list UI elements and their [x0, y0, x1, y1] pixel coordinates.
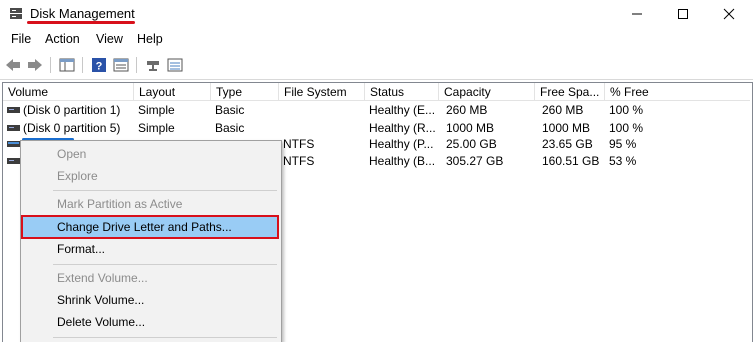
cell-type: Basic	[215, 103, 245, 117]
cell-capacity: 1000 MB	[446, 121, 495, 135]
column-header-free-space[interactable]: Free Spa...	[535, 83, 605, 101]
window-title: Disk Management	[30, 6, 135, 21]
menu-item-mark-active[interactable]: Mark Partition as Active	[23, 193, 279, 215]
table-row[interactable]: (Disk 0 partition 1) Simple Basic Health…	[3, 102, 750, 118]
cell-free-space: 1000 MB	[542, 121, 591, 135]
cell-percent-free: 53 %	[609, 154, 637, 168]
cell-percent-free: 100 %	[609, 103, 644, 117]
connect-icon	[147, 60, 159, 71]
svg-text:?: ?	[96, 60, 103, 72]
toolbar-separator	[82, 57, 83, 73]
cell-status: Healthy (R...	[369, 121, 436, 135]
menu-separator	[53, 337, 277, 338]
cell-free-space: 160.51 GB	[542, 154, 600, 168]
properties-view-icon	[113, 58, 129, 71]
cell-volume: (Disk 0 partition 5)	[23, 121, 121, 135]
minimize-button[interactable]	[614, 0, 660, 28]
cell-capacity: 25.00 GB	[446, 137, 497, 151]
maximize-icon	[678, 9, 688, 19]
title-annotation-underline	[27, 21, 135, 24]
cell-file-system: NTFS	[283, 137, 315, 151]
back-arrow-icon	[6, 58, 20, 71]
column-header-layout[interactable]: Layout	[134, 83, 211, 101]
close-icon	[723, 8, 735, 20]
menu-separator	[53, 190, 277, 191]
console-tree-button[interactable]	[58, 56, 76, 73]
minimize-icon	[632, 13, 642, 15]
menu-item-delete-volume[interactable]: Delete Volume...	[23, 311, 279, 333]
menu-item-explore[interactable]: Explore	[23, 165, 279, 187]
forward-button[interactable]	[26, 56, 44, 73]
cell-percent-free: 95 %	[609, 137, 637, 151]
title-bar: Disk Management	[0, 0, 753, 28]
column-header-capacity[interactable]: Capacity	[439, 83, 535, 101]
cell-volume: (Disk 0 partition 1)	[23, 103, 121, 117]
toolbar-separator	[136, 57, 137, 73]
cell-type: Basic	[215, 121, 245, 135]
cell-layout: Simple	[138, 121, 175, 135]
menu-bar: File Action View Help	[0, 29, 753, 50]
cell-free-space: 260 MB	[542, 103, 584, 117]
menu-item-open[interactable]: Open	[23, 143, 279, 165]
maximize-button[interactable]	[660, 0, 706, 28]
cell-status: Healthy (B...	[369, 154, 436, 168]
column-header-percent-free[interactable]: % Free	[605, 83, 750, 101]
menu-item-change-drive-letter[interactable]: Change Drive Letter and Paths...	[23, 216, 279, 238]
list-view-button[interactable]	[166, 56, 184, 73]
table-row[interactable]: (Disk 0 partition 5) Simple Basic Health…	[3, 120, 750, 136]
console-view-icon	[59, 58, 75, 71]
help-button[interactable]: ?	[90, 56, 108, 73]
column-header-file-system[interactable]: File System	[279, 83, 365, 101]
disk-management-icon	[10, 8, 22, 19]
properties-view-button[interactable]	[112, 56, 130, 73]
toolbar-separator	[50, 57, 51, 73]
cell-status: Healthy (P...	[369, 137, 434, 151]
menu-action[interactable]: Action	[45, 32, 80, 46]
cell-status: Healthy (E...	[369, 103, 436, 117]
volume-icon	[7, 125, 20, 131]
cell-layout: Simple	[138, 103, 175, 117]
back-button[interactable]	[4, 56, 22, 73]
cell-capacity: 305.27 GB	[446, 154, 504, 168]
connect-button[interactable]	[144, 56, 162, 73]
volume-icon	[7, 107, 20, 113]
column-header-type[interactable]: Type	[211, 83, 279, 101]
help-icon: ?	[92, 57, 106, 72]
cell-capacity: 260 MB	[446, 103, 488, 117]
cell-percent-free: 100 %	[609, 121, 644, 135]
cell-free-space: 23.65 GB	[542, 137, 593, 151]
menu-item-format[interactable]: Format...	[23, 238, 279, 260]
menu-help[interactable]: Help	[137, 32, 163, 46]
menu-view[interactable]: View	[96, 32, 123, 46]
volume-icon	[7, 141, 20, 147]
menu-item-extend-volume[interactable]: Extend Volume...	[23, 267, 279, 289]
column-header-volume[interactable]: Volume	[3, 83, 134, 101]
forward-arrow-icon	[28, 58, 42, 71]
menu-item-shrink-volume[interactable]: Shrink Volume...	[23, 289, 279, 311]
list-view-icon	[167, 58, 183, 71]
menu-file[interactable]: File	[11, 32, 31, 46]
cell-file-system: NTFS	[283, 154, 315, 168]
menu-separator	[53, 264, 277, 265]
close-button[interactable]	[706, 0, 752, 28]
volume-icon	[7, 158, 20, 164]
column-header-status[interactable]: Status	[365, 83, 439, 101]
toolbar: ?	[0, 51, 753, 80]
context-menu: Open Explore Mark Partition as Active Ch…	[20, 140, 282, 342]
